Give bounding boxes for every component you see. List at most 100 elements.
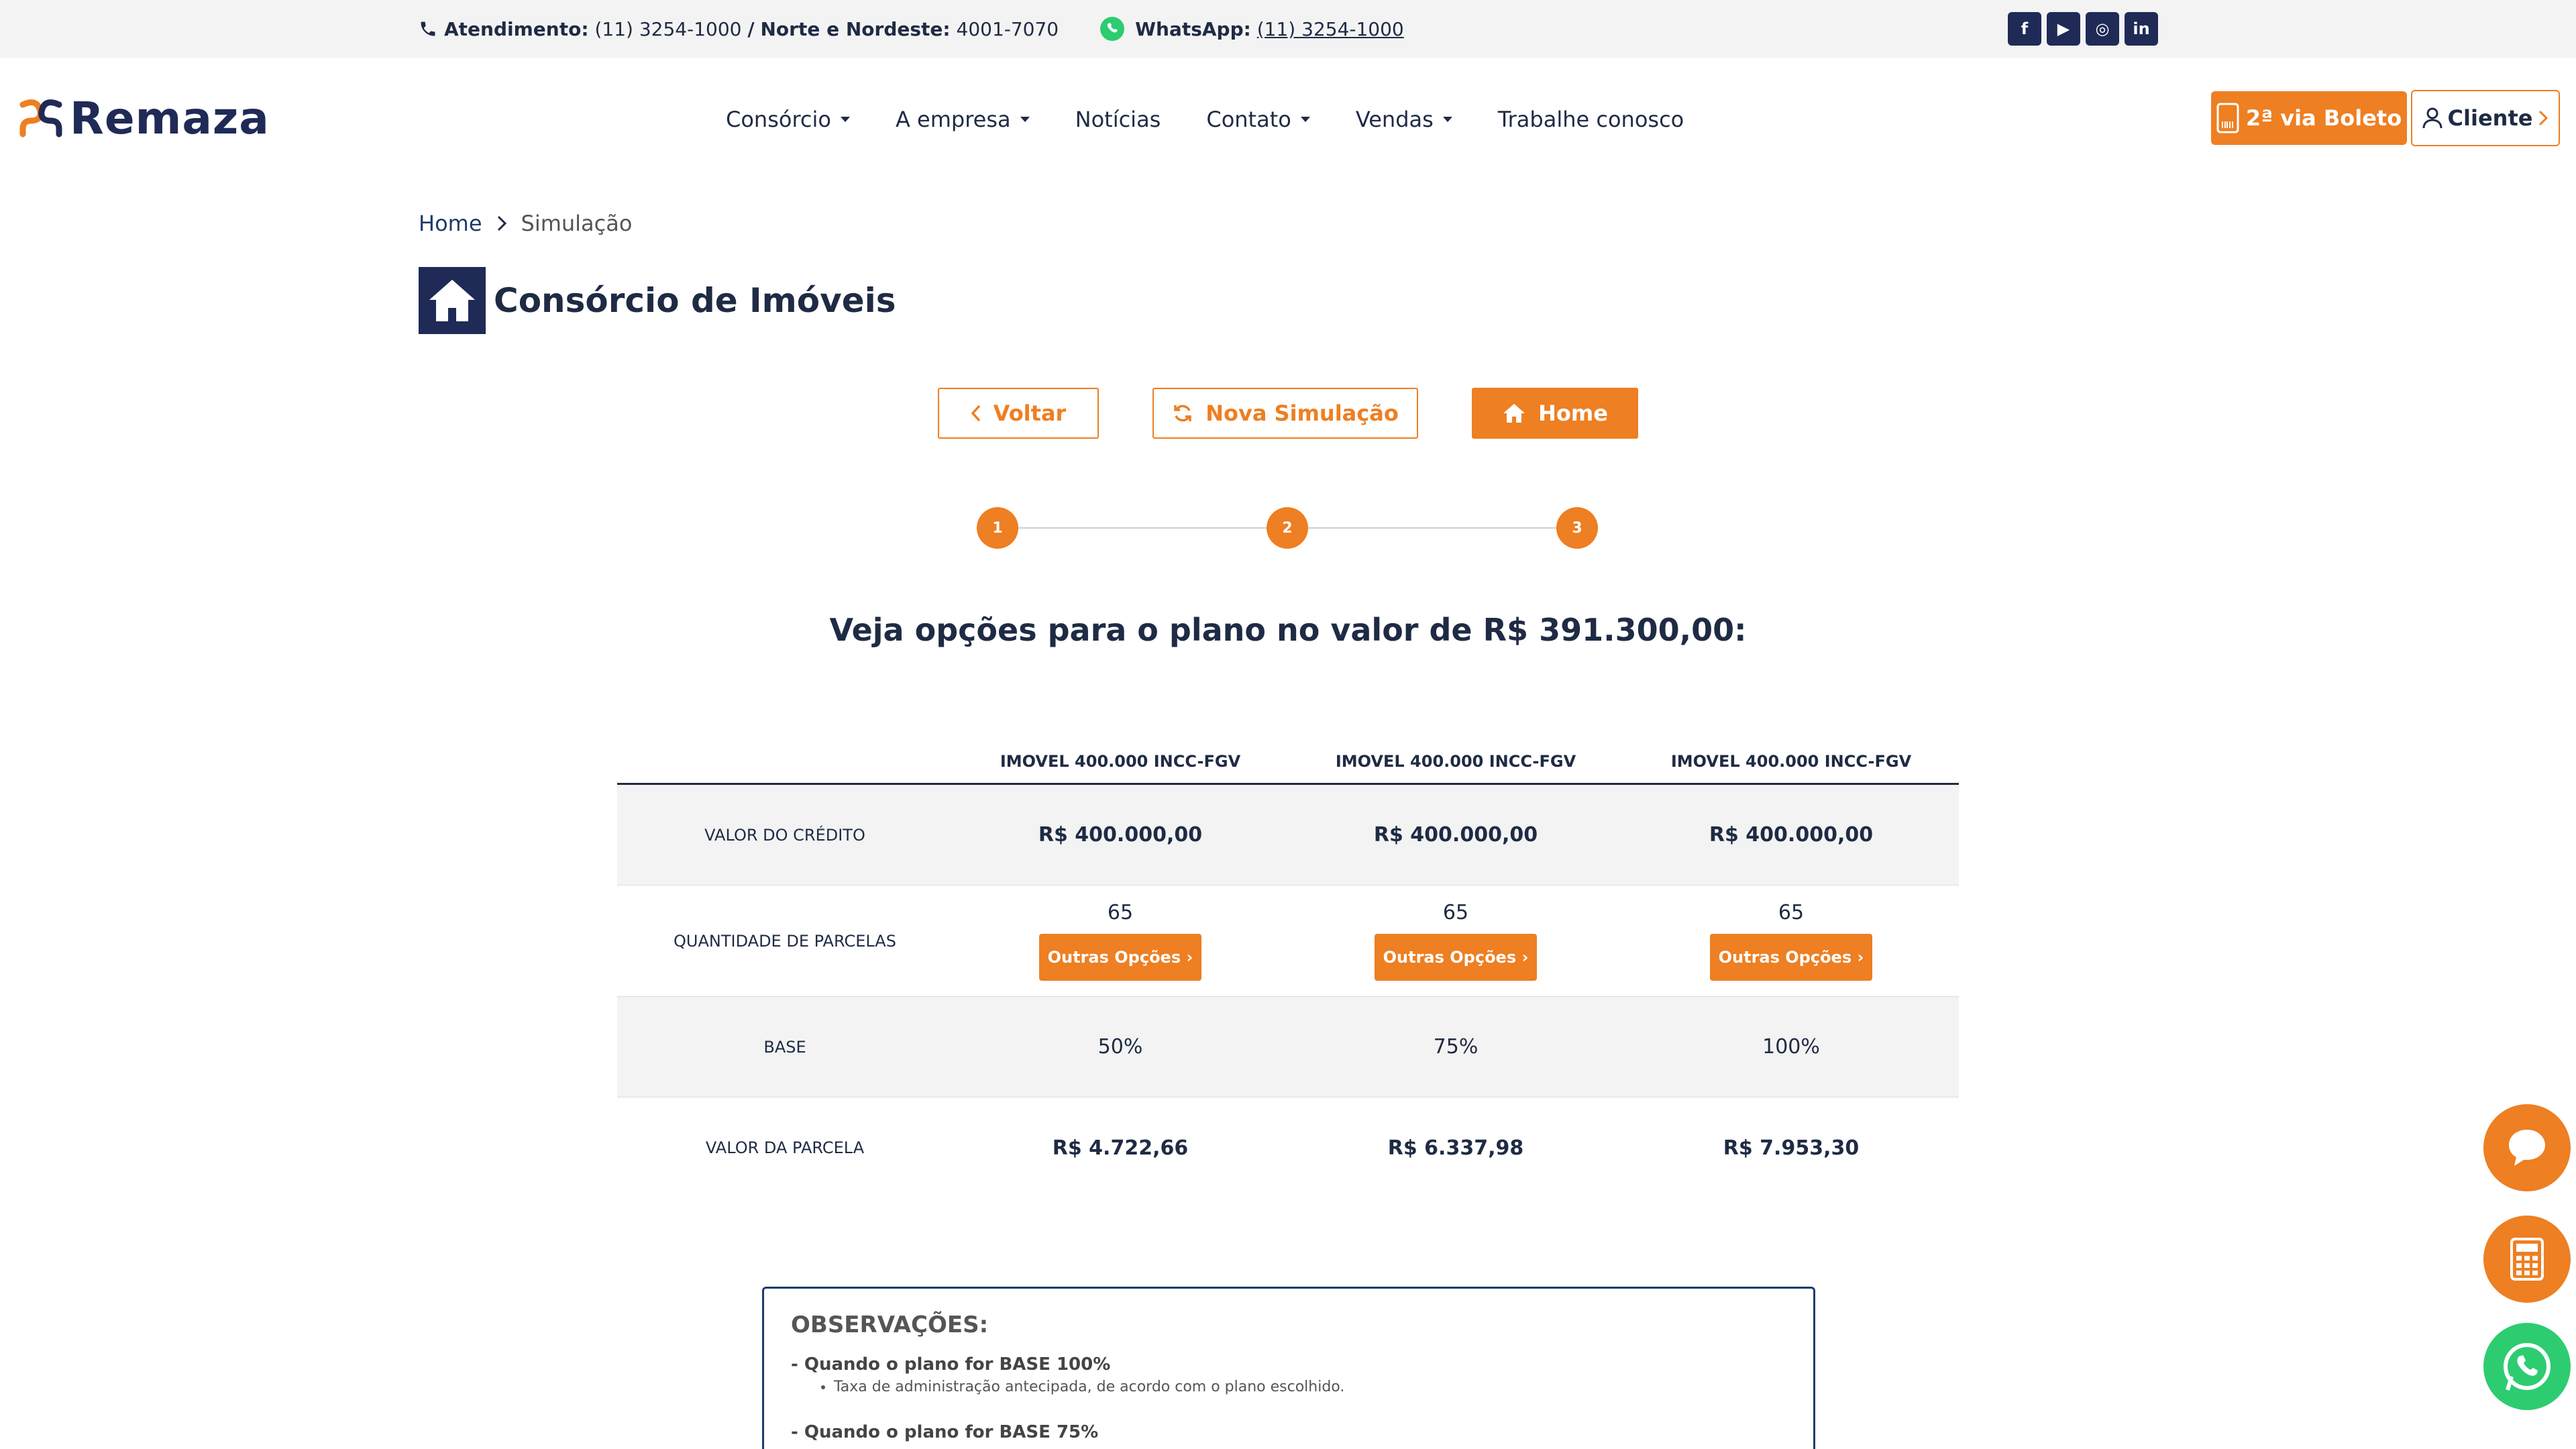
home-button[interactable]: Home (1472, 388, 1638, 439)
outras-opcoes-label: Outras Opções (1383, 948, 1517, 967)
observacao-bullet: Taxa de administração antecipada, de aco… (834, 1379, 1345, 1395)
base-value: 75% (1433, 1035, 1479, 1059)
nav-label: Vendas (1355, 107, 1434, 132)
logo-text: Remaza (70, 92, 270, 144)
parcelas-value: 65 (1442, 901, 1469, 924)
step-connector (1308, 527, 1598, 529)
page-title: Consórcio de Imóveis (494, 281, 896, 320)
nav-label: Consórcio (726, 107, 831, 132)
atendimento-label: Atendimento: (444, 17, 589, 40)
step-3: 3 (1556, 507, 1598, 549)
atendimento-phone[interactable]: (11) 3254-1000 (594, 18, 741, 40)
row-label: QUANTIDADE DE PARCELAS (674, 931, 896, 951)
plans-table: IMOVEL 400.000 INCC-FGV IMOVEL 400.000 I… (617, 745, 1959, 1198)
caret-down-icon (1020, 117, 1030, 122)
chevron-right-icon: › (1857, 948, 1864, 967)
nav-consorcio[interactable]: Consórcio (726, 107, 850, 132)
table-header: IMOVEL 400.000 INCC-FGV IMOVEL 400.000 I… (617, 745, 1959, 785)
caret-down-icon (1442, 117, 1452, 122)
nav-a-empresa[interactable]: A empresa (896, 107, 1030, 132)
barcode-doc-icon (2216, 103, 2239, 133)
calculator-button[interactable] (2483, 1216, 2571, 1303)
nav-vendas[interactable]: Vendas (1356, 107, 1452, 132)
top-bar: Atendimento: (11) 3254-1000 / Norte e No… (0, 0, 2576, 58)
base-value: 50% (1097, 1035, 1143, 1059)
breadcrumb: Home Simulação (419, 211, 632, 236)
table-row-credito: VALOR DO CRÉDITO R$ 400.000,00 R$ 400.00… (617, 785, 1959, 885)
parcela-value: R$ 7.953,30 (1723, 1136, 1860, 1160)
parcela-value: R$ 6.337,98 (1387, 1136, 1524, 1160)
whatsapp-float-button[interactable] (2483, 1323, 2571, 1410)
breadcrumb-current: Simulação (521, 211, 633, 236)
chat-bubble-icon (2509, 1130, 2545, 1166)
nav-noticias[interactable]: Notícias (1075, 107, 1161, 132)
nav-contato[interactable]: Contato (1206, 107, 1310, 132)
outras-opcoes-label: Outras Opções (1718, 948, 1852, 967)
table-row-base: BASE 50% 75% 100% (617, 997, 1959, 1097)
table-row-parcela: VALOR DA PARCELA R$ 4.722,66 R$ 6.337,98… (617, 1097, 1959, 1198)
whatsapp-icon (2504, 1343, 2551, 1391)
logo-mark-icon (19, 99, 62, 138)
boleto-label: 2ª via Boleto (2245, 105, 2402, 131)
plan-title: Veja opções para o plano no valor de R$ … (829, 612, 1747, 648)
parcela-value: R$ 4.722,66 (1052, 1136, 1189, 1160)
breadcrumb-home-link[interactable]: Home (419, 211, 482, 236)
linkedin-icon[interactable]: in (2125, 12, 2158, 46)
calculator-icon (2510, 1238, 2544, 1281)
outras-opcoes-button[interactable]: Outras Opções › (1375, 934, 1537, 981)
remaza-logo[interactable]: Remaza (17, 92, 270, 144)
credito-value: R$ 400.000,00 (1709, 823, 1874, 847)
credito-value: R$ 400.000,00 (1038, 823, 1203, 847)
parcelas-value: 65 (1778, 901, 1805, 924)
parcelas-value: 65 (1107, 901, 1134, 924)
row-label: BASE (763, 1037, 806, 1057)
user-icon (2422, 107, 2443, 129)
chat-button[interactable] (2483, 1104, 2571, 1191)
facebook-icon[interactable]: f (2008, 12, 2041, 46)
nova-simulacao-label: Nova Simulação (1205, 400, 1399, 426)
nordeste-label: Norte e Nordeste: (760, 17, 951, 40)
boleto-button[interactable]: 2ª via Boleto (2211, 91, 2407, 145)
row-label: VALOR DA PARCELA (705, 1138, 865, 1157)
base-value: 100% (1762, 1035, 1820, 1059)
nav-label: A empresa (895, 107, 1011, 132)
nav-label: Trabalhe conosco (1497, 107, 1684, 132)
nova-simulacao-button[interactable]: Nova Simulação (1152, 388, 1418, 439)
parcelas-cell: 65 Outras Opções › (1623, 901, 1959, 981)
social-links: f ▶ ◎ in (2008, 12, 2158, 46)
house-icon (419, 267, 486, 334)
parcelas-cell: 65 Outras Opções › (1288, 901, 1623, 981)
contact-info: Atendimento: (11) 3254-1000 / Norte e No… (419, 0, 1404, 58)
row-label: VALOR DO CRÉDITO (704, 825, 865, 845)
chevron-right-icon: › (1186, 948, 1193, 967)
nav-label: Notícias (1075, 107, 1161, 132)
instagram-icon[interactable]: ◎ (2086, 12, 2119, 46)
cliente-label: Cliente (2447, 105, 2533, 131)
chevron-right-icon: › (1521, 948, 1529, 967)
outras-opcoes-button[interactable]: Outras Opções › (1039, 934, 1201, 981)
whatsapp-phone-link[interactable]: (11) 3254-1000 (1257, 18, 1404, 40)
header-spacer (617, 745, 953, 783)
home-icon (1503, 404, 1525, 423)
cliente-button[interactable]: Cliente (2411, 90, 2560, 146)
phone-icon (421, 21, 435, 36)
refresh-icon (1174, 405, 1191, 422)
nav-trabalhe-conosco[interactable]: Trabalhe conosco (1498, 107, 1684, 132)
whatsapp-label: WhatsApp: (1135, 17, 1251, 40)
chevron-right-icon (2539, 110, 2548, 126)
nordeste-phone[interactable]: 4001-7070 (957, 18, 1059, 40)
step-2: 2 (1267, 507, 1308, 549)
outras-opcoes-button[interactable]: Outras Opções › (1710, 934, 1872, 981)
main-nav: Consórcio A empresa Notícias Contato Ven… (726, 99, 1729, 140)
whatsapp-icon (1100, 17, 1125, 41)
youtube-icon[interactable]: ▶ (2047, 12, 2080, 46)
voltar-button[interactable]: Voltar (938, 388, 1099, 439)
separator-slash: / (747, 17, 755, 40)
caret-down-icon (840, 117, 850, 122)
caret-down-icon (1300, 117, 1310, 122)
column-header: IMOVEL 400.000 INCC-FGV (1335, 752, 1576, 771)
column-header: IMOVEL 400.000 INCC-FGV (1000, 752, 1241, 771)
step-connector (1018, 527, 1308, 529)
page-header: Consórcio de Imóveis (419, 267, 896, 334)
step-1: 1 (977, 507, 1018, 549)
